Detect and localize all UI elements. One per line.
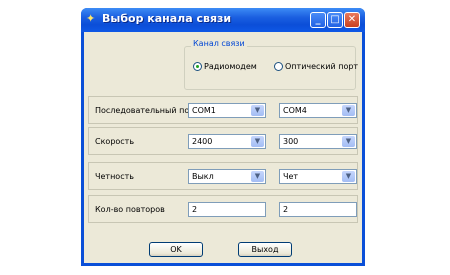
- minimize-button[interactable]: _: [310, 12, 326, 28]
- serial-port-label: Последовательный порт: [95, 106, 199, 115]
- radio-radiomodem[interactable]: Радиомодем: [193, 62, 257, 71]
- channel-group-label: Канал связи: [191, 39, 247, 48]
- parity-value-2: Чет: [283, 172, 299, 181]
- chevron-down-icon[interactable]: ▼: [342, 171, 355, 182]
- title-bar[interactable]: ✦ Выбор канала связи _ □ ✕: [81, 8, 365, 32]
- chevron-down-icon[interactable]: ▼: [342, 105, 355, 116]
- retries-input-1[interactable]: 2: [188, 202, 266, 217]
- dialog-body: Канал связи Радиомодем Оптический порт П…: [84, 32, 362, 263]
- retries-label: Кол-во повторов: [95, 205, 165, 214]
- serial-port-value-2: COM4: [283, 106, 307, 115]
- row-parity: Четность Выкл ▼ Чет ▼: [88, 162, 358, 190]
- chevron-down-icon[interactable]: ▼: [251, 105, 264, 116]
- parity-label: Четность: [95, 172, 134, 181]
- speed-select-2[interactable]: 300 ▼: [279, 134, 357, 149]
- speed-label: Скорость: [95, 137, 135, 146]
- speed-select-1[interactable]: 2400 ▼: [188, 134, 266, 149]
- maximize-button[interactable]: □: [327, 12, 343, 28]
- serial-port-value-1: COM1: [192, 106, 216, 115]
- app-icon: ✦: [86, 12, 96, 25]
- speed-value-2: 300: [283, 137, 299, 146]
- row-speed: Скорость 2400 ▼ 300 ▼: [88, 127, 358, 155]
- chevron-down-icon[interactable]: ▼: [251, 171, 264, 182]
- row-serial-port: Последовательный порт COM1 ▼ COM4 ▼: [88, 96, 358, 124]
- radio-unselected-icon[interactable]: [274, 62, 283, 71]
- serial-port-select-2[interactable]: COM4 ▼: [279, 103, 357, 118]
- retries-value-2: 2: [283, 205, 289, 214]
- parity-select-1[interactable]: Выкл ▼: [188, 169, 266, 184]
- parity-value-1: Выкл: [192, 172, 214, 181]
- chevron-down-icon[interactable]: ▼: [342, 136, 355, 147]
- speed-value-1: 2400: [192, 137, 213, 146]
- exit-button[interactable]: Выход: [238, 242, 292, 257]
- radio-radiomodem-label: Радиомодем: [204, 62, 257, 71]
- parity-select-2[interactable]: Чет ▼: [279, 169, 357, 184]
- row-retries: Кол-во повторов 2 2: [88, 195, 358, 223]
- serial-port-select-1[interactable]: COM1 ▼: [188, 103, 266, 118]
- radio-optical-port-label: Оптический порт: [285, 62, 359, 71]
- radio-optical-port[interactable]: Оптический порт: [274, 62, 358, 71]
- retries-value-1: 2: [192, 205, 198, 214]
- retries-input-2[interactable]: 2: [279, 202, 357, 217]
- window-title: Выбор канала связи: [102, 12, 232, 25]
- channel-group: Канал связи Радиомодем Оптический порт: [184, 39, 358, 90]
- close-button[interactable]: ✕: [344, 12, 360, 28]
- chevron-down-icon[interactable]: ▼: [251, 136, 264, 147]
- dialog-window: ✦ Выбор канала связи _ □ ✕ Канал связи Р…: [81, 8, 365, 266]
- ok-button[interactable]: OK: [149, 242, 203, 257]
- radio-selected-icon[interactable]: [193, 62, 202, 71]
